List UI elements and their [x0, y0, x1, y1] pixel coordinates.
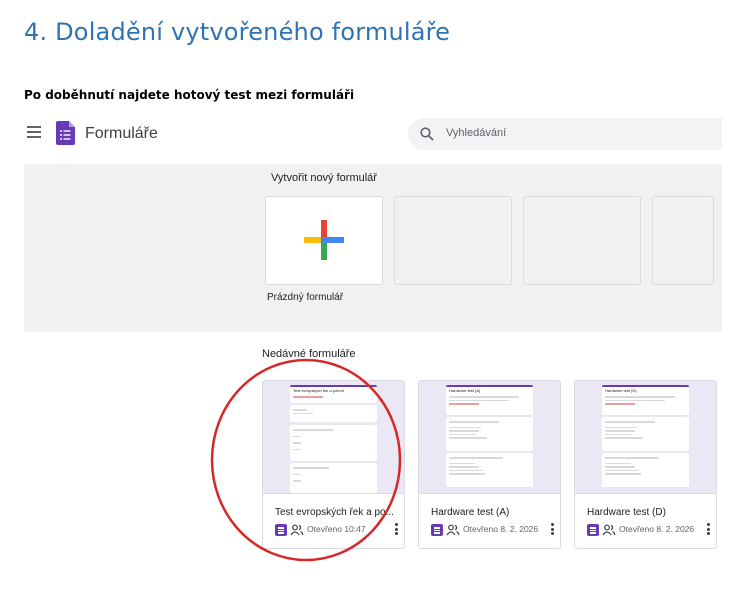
form-thumbnail: Hardware test (D) — [575, 381, 716, 494]
document-heading: 4. Doladění vytvořeného formuláře — [24, 18, 451, 46]
form-meta: Otevřeno 10:47 — [275, 523, 403, 537]
last-opened: Otevřeno 10:47 — [307, 524, 366, 534]
template-gallery-title: Vytvořit nový formulář — [271, 172, 377, 184]
more-options-icon[interactable] — [707, 523, 711, 536]
document-subheading: Po doběhnutí najdete hotový test mezi fo… — [24, 88, 355, 102]
recent-form-card[interactable]: Test evropských řek a pohoří Test evrops… — [262, 380, 405, 549]
thumbnail-title: Hardware test (D) — [605, 388, 637, 393]
forms-small-icon — [431, 524, 443, 536]
thumbnail-title: Hardware test (A) — [449, 388, 481, 393]
forms-small-icon — [275, 524, 287, 536]
form-meta: Otevřeno 8. 2. 2026 — [587, 523, 715, 537]
form-meta: Otevřeno 8. 2. 2026 — [431, 523, 559, 537]
hamburger-menu-icon[interactable] — [27, 126, 41, 138]
recent-form-card[interactable]: Hardware test (A) Hardware test (A) Otev… — [418, 380, 561, 549]
last-opened: Otevřeno 8. 2. 2026 — [463, 524, 539, 534]
forms-small-icon — [587, 524, 599, 536]
shared-people-icon — [602, 524, 616, 536]
forms-screenshot: Formuláře Vyhledávání Vytvořit nový form… — [24, 108, 722, 558]
form-name: Test evropských řek a po... — [275, 507, 394, 518]
form-thumbnail: Test evropských řek a pohoří — [263, 381, 404, 494]
blank-form-template[interactable] — [265, 196, 383, 285]
more-options-icon[interactable] — [551, 523, 555, 536]
search-input[interactable]: Vyhledávání — [408, 118, 722, 150]
template-gallery: Vytvořit nový formulář Prázdný formulář — [24, 164, 722, 332]
template-placeholder[interactable] — [394, 196, 512, 285]
form-thumbnail: Hardware test (A) — [419, 381, 560, 494]
form-name: Hardware test (D) — [587, 507, 666, 518]
template-placeholder[interactable] — [523, 196, 641, 285]
app-header: Formuláře Vyhledávání — [24, 108, 722, 160]
form-name: Hardware test (A) — [431, 507, 510, 518]
app-title: Formuláře — [85, 125, 158, 142]
last-opened: Otevřeno 8. 2. 2026 — [619, 524, 695, 534]
search-icon — [420, 127, 434, 141]
shared-people-icon — [290, 524, 304, 536]
template-placeholder[interactable] — [652, 196, 714, 285]
more-options-icon[interactable] — [395, 523, 399, 536]
blank-form-label: Prázdný formulář — [267, 292, 344, 303]
thumbnail-title: Test evropských řek a pohoří — [293, 388, 345, 393]
search-placeholder: Vyhledávání — [446, 127, 507, 139]
recent-forms-title: Nedávné formuláře — [262, 348, 356, 360]
multicolor-plus-icon — [304, 220, 344, 260]
shared-people-icon — [446, 524, 460, 536]
google-forms-icon[interactable] — [56, 121, 75, 145]
recent-form-card[interactable]: Hardware test (D) Hardware test (D) Otev… — [574, 380, 717, 549]
